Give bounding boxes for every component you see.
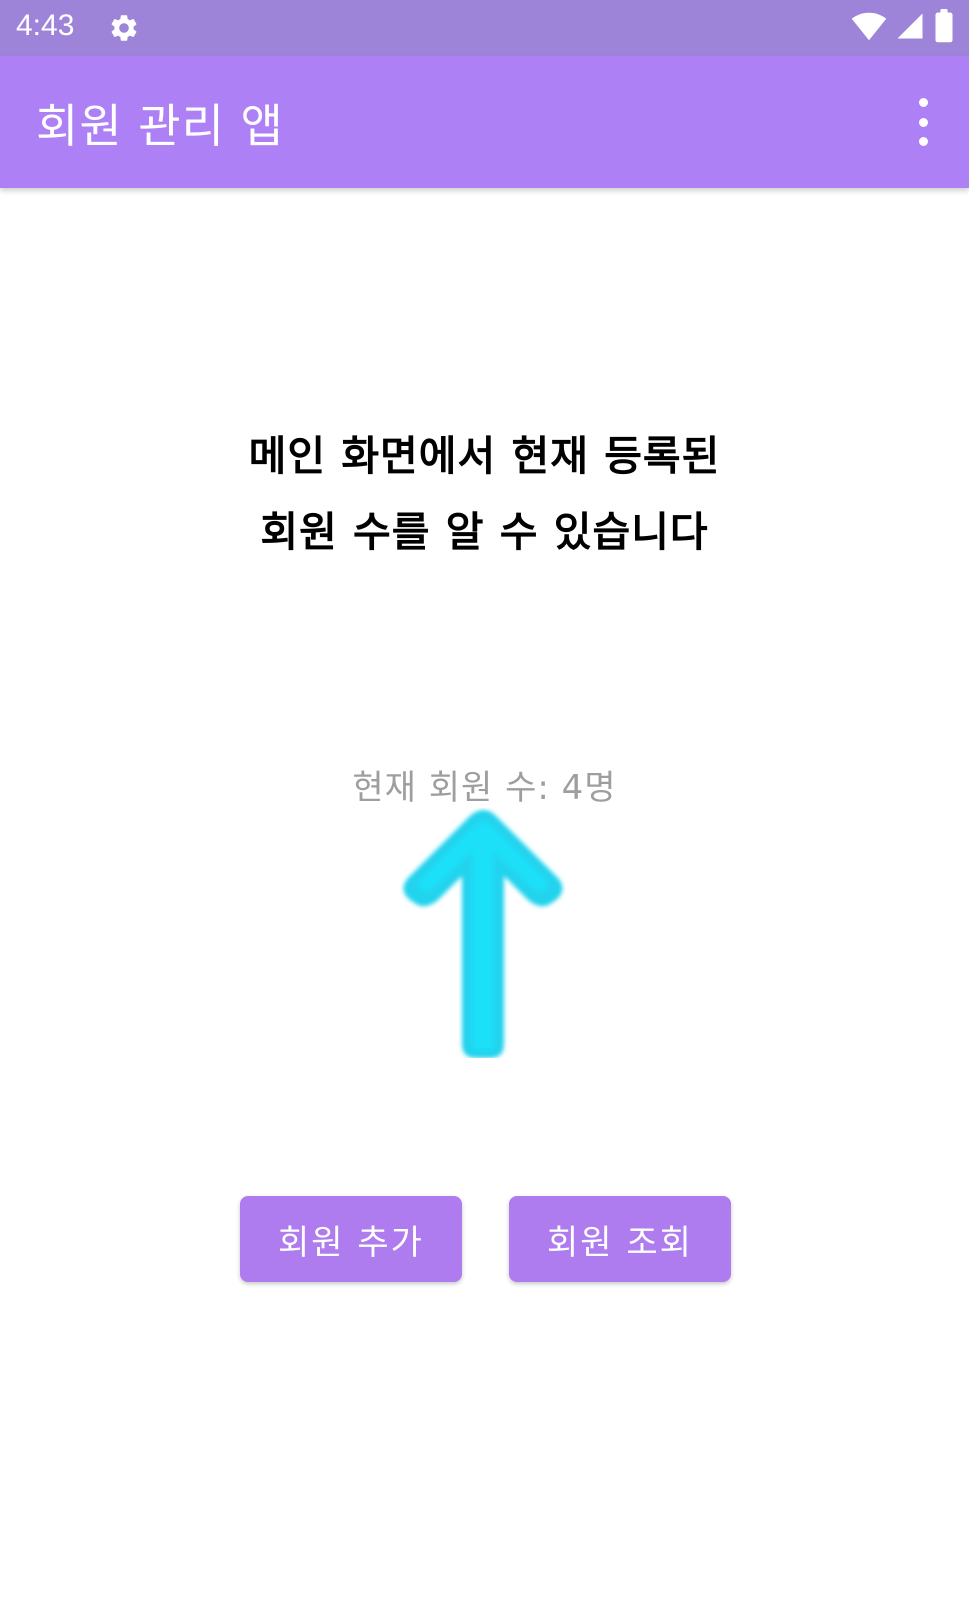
add-member-button[interactable]: 회원 추가 xyxy=(240,1196,462,1282)
more-vert-icon[interactable] xyxy=(907,98,939,146)
instruction-line-2: 회원 수를 알 수 있습니다 xyxy=(260,508,709,556)
app-bar: 회원 관리 앱 xyxy=(0,56,969,188)
signal-icon xyxy=(895,11,925,45)
status-time: 4:43 xyxy=(16,9,75,42)
instruction-line-1: 메인 화면에서 현재 등록된 xyxy=(248,432,721,480)
instruction-text: 메인 화면에서 현재 등록된 회원 수를 알 수 있습니다 xyxy=(0,418,969,570)
view-members-button[interactable]: 회원 조회 xyxy=(509,1196,731,1282)
status-bar: 4:43 xyxy=(0,0,969,56)
app-title: 회원 관리 앱 xyxy=(36,99,284,153)
view-members-label: 회원 조회 xyxy=(547,1222,693,1263)
gear-icon xyxy=(108,12,140,44)
member-count-label: 현재 회원 수: 4명 xyxy=(352,768,617,808)
battery-icon xyxy=(933,9,955,47)
add-member-label: 회원 추가 xyxy=(278,1222,424,1263)
status-icons xyxy=(851,9,955,47)
wifi-icon xyxy=(851,11,887,45)
arrow-up-icon xyxy=(398,808,570,1058)
